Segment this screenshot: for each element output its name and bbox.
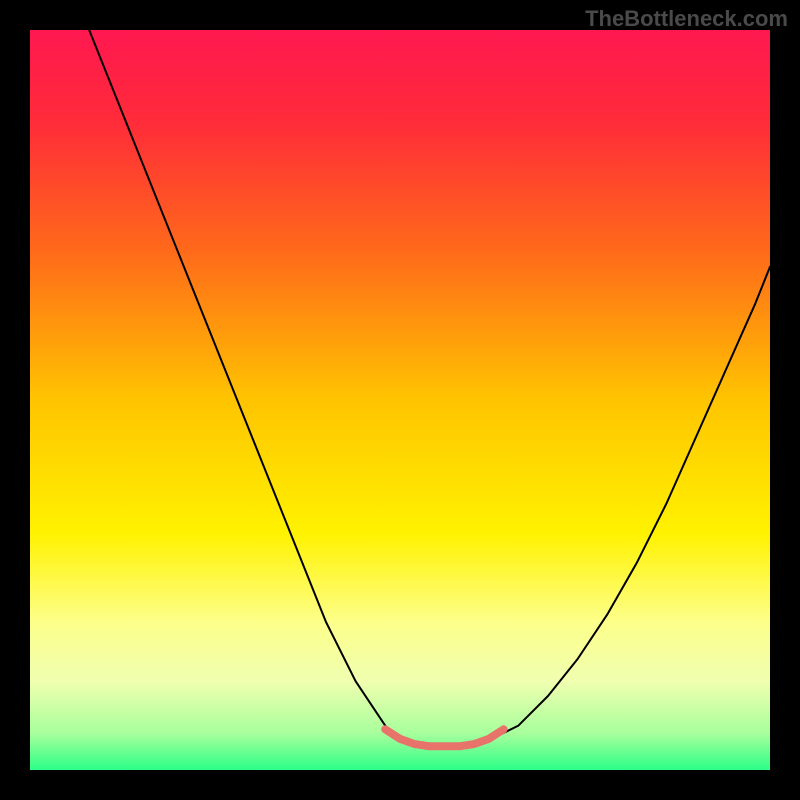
chart-svg [0,0,800,800]
watermark-text: TheBottleneck.com [585,6,788,32]
plot-background [30,30,770,770]
chart-container: TheBottleneck.com [0,0,800,800]
